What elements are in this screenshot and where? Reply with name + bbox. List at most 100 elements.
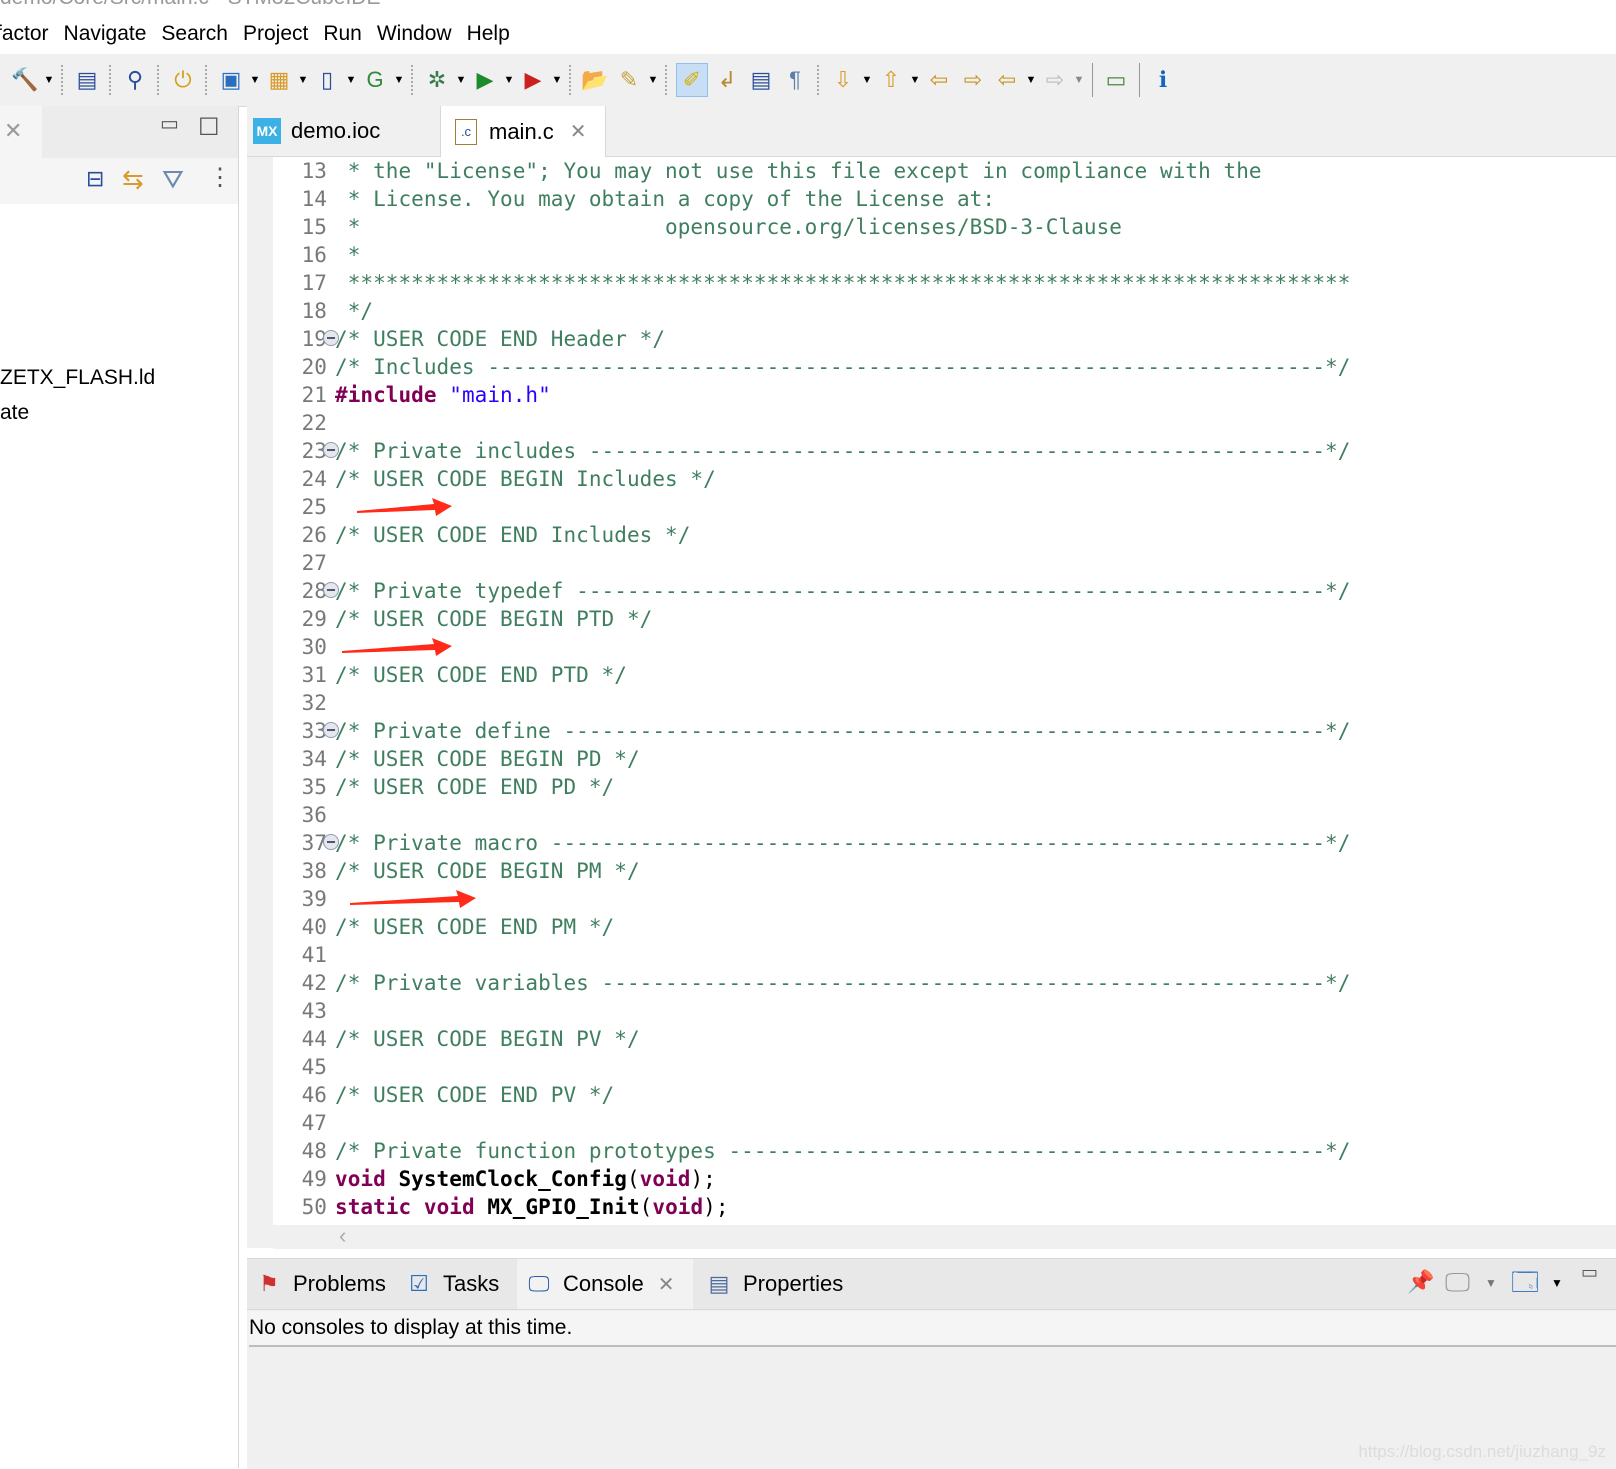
code-line[interactable]: 22 <box>273 409 1616 437</box>
code-line[interactable]: 38 /* USER CODE BEGIN PM */ <box>273 857 1616 885</box>
code-line[interactable]: 19 /* USER CODE END Header */ <box>273 325 1616 353</box>
horizontal-scrollbar[interactable]: ‹ <box>273 1223 1616 1249</box>
code-line[interactable]: 40 /* USER CODE END PM */ <box>273 913 1616 941</box>
dropdown-arrow-icon[interactable]: ▼ <box>1024 74 1038 86</box>
code-line[interactable]: 39 <box>273 885 1616 913</box>
code-line[interactable]: 27 <box>273 549 1616 577</box>
view-menu-icon[interactable]: ⋮ <box>208 166 232 190</box>
code-line[interactable]: 28 /* Private typedef -------------------… <box>273 577 1616 605</box>
open-console-icon[interactable]: 🗔 <box>1511 1269 1539 1295</box>
back-icon[interactable]: ⇦ <box>992 64 1022 96</box>
code-line[interactable]: 15 * opensource.org/licenses/BSD-3-Claus… <box>273 213 1616 241</box>
code-line[interactable]: 25 <box>273 493 1616 521</box>
code-line[interactable]: 26 /* USER CODE END Includes */ <box>273 521 1616 549</box>
code-line[interactable]: 45 <box>273 1053 1616 1081</box>
filter-icon[interactable]: ⛛ <box>162 166 184 192</box>
block-selection-icon[interactable]: ▤ <box>746 64 776 96</box>
word-wrap-icon[interactable]: ↲ <box>712 64 742 96</box>
link-with-editor-icon[interactable]: ⇆ <box>122 166 144 192</box>
tab-main-c[interactable]: .c main.c ✕ <box>440 106 606 157</box>
code-line[interactable]: 47 <box>273 1109 1616 1137</box>
collapse-all-icon[interactable]: ⊟ <box>86 168 104 190</box>
dropdown-arrow-icon[interactable]: ▼ <box>908 74 922 86</box>
tab-properties[interactable]: ▤ Properties <box>705 1259 844 1309</box>
close-tab-icon[interactable]: ✕ <box>658 1272 675 1297</box>
new-c-project-icon[interactable]: ▣ <box>216 64 246 96</box>
menu-project[interactable]: Project <box>243 22 308 54</box>
menu-refactor[interactable]: factor <box>0 22 49 54</box>
code-line[interactable]: 24 /* USER CODE BEGIN Includes */ <box>273 465 1616 493</box>
tab-problems[interactable]: ⚑ Problems <box>255 1259 386 1309</box>
run-external-tools-icon[interactable]: ▶ <box>518 64 548 96</box>
code-line[interactable]: 16 * <box>273 241 1616 269</box>
code-line[interactable]: 41 <box>273 941 1616 969</box>
close-icon[interactable]: ✕ <box>4 120 22 142</box>
code-line[interactable]: 33 /* Private define --------------------… <box>273 717 1616 745</box>
code-line[interactable]: 29 /* USER CODE BEGIN PTD */ <box>273 605 1616 633</box>
tab-demo-ioc[interactable]: MX demo.ioc <box>253 106 433 156</box>
maximize-icon[interactable]: ☐ <box>198 116 220 140</box>
code-line[interactable]: 50 static void MX_GPIO_Init(void); <box>273 1193 1616 1221</box>
menu-help[interactable]: Help <box>467 22 510 54</box>
code-line[interactable]: 17 *************************************… <box>273 269 1616 297</box>
tab-tasks[interactable]: ☑ Tasks <box>405 1259 499 1309</box>
code-line[interactable]: 35 /* USER CODE END PD */ <box>273 773 1616 801</box>
dropdown-icon[interactable]: ▼ <box>1551 1277 1563 1289</box>
new-class-icon[interactable]: G <box>360 64 390 96</box>
scroll-left-icon[interactable]: ‹ <box>339 1223 346 1249</box>
new-source-folder-icon[interactable]: ▦ <box>264 64 294 96</box>
info-icon[interactable]: ℹ <box>1148 64 1178 96</box>
dropdown-arrow-icon[interactable]: ▼ <box>454 74 468 86</box>
code-line[interactable]: 20 /* Includes --------------------------… <box>273 353 1616 381</box>
dropdown-arrow-icon[interactable]: ▼ <box>42 74 56 86</box>
new-c-file-icon[interactable]: ▯ <box>312 64 342 96</box>
hammer-build-icon[interactable]: 🔨 <box>10 64 40 96</box>
last-edit-location-icon[interactable]: ⇦ <box>924 64 954 96</box>
code-line[interactable]: 32 <box>273 689 1616 717</box>
menu-navigate[interactable]: Navigate <box>64 22 147 54</box>
code-line[interactable]: 44 /* USER CODE BEGIN PV */ <box>273 1025 1616 1053</box>
code-line[interactable]: 31 /* USER CODE END PTD */ <box>273 661 1616 689</box>
run-icon[interactable]: ▶ <box>470 64 500 96</box>
tab-console[interactable]: 🖵 Console ✕ <box>517 1259 693 1309</box>
code-line[interactable]: 34 /* USER CODE BEGIN PD */ <box>273 745 1616 773</box>
code-line[interactable]: 21 #include "main.h" <box>273 381 1616 409</box>
show-whitespace-icon[interactable]: ¶ <box>780 64 810 96</box>
open-task-pencil-icon[interactable]: ✎ <box>614 64 644 96</box>
debug-bug-icon[interactable]: ✲ <box>422 64 452 96</box>
display-console-icon[interactable]: 🖵 <box>1445 1269 1470 1295</box>
next-annotation-icon[interactable]: ⇩ <box>828 64 858 96</box>
dropdown-arrow-icon[interactable]: ▼ <box>296 74 310 86</box>
tree-item[interactable]: ZETX_FLASH.ld <box>0 366 155 390</box>
minimize-icon[interactable]: ▭ <box>1581 1263 1598 1281</box>
binary-010-icon[interactable]: ▤ <box>72 64 102 96</box>
minimize-icon[interactable]: ▭ <box>160 114 179 134</box>
dropdown-arrow-icon[interactable]: ▼ <box>550 74 564 86</box>
menu-run[interactable]: Run <box>323 22 362 54</box>
open-type-icon[interactable]: 📂 <box>580 64 610 96</box>
code-line[interactable]: 23 /* Private includes ------------------… <box>273 437 1616 465</box>
code-line[interactable]: 37 /* Private macro ---------------------… <box>273 829 1616 857</box>
code-line[interactable]: 48 /* Private function prototypes -------… <box>273 1137 1616 1165</box>
dropdown-arrow-icon[interactable]: ▼ <box>860 74 874 86</box>
next-edit-location-icon[interactable]: ⇨ <box>958 64 988 96</box>
dropdown-arrow-icon[interactable]: ▼ <box>646 74 660 86</box>
code-line[interactable]: 18 */ <box>273 297 1616 325</box>
dropdown-arrow-icon[interactable]: ▼ <box>502 74 516 86</box>
dropdown-arrow-icon[interactable]: ▼ <box>344 74 358 86</box>
dropdown-arrow-icon[interactable]: ▼ <box>248 74 262 86</box>
debug-plug-icon[interactable]: ⏻ <box>168 64 198 96</box>
code-line[interactable]: 42 /* Private variables -----------------… <box>273 969 1616 997</box>
forward-icon[interactable]: ⇨ <box>1040 64 1070 96</box>
code-line[interactable]: 30 <box>273 633 1616 661</box>
highlight-marker-icon[interactable]: ✐ <box>676 63 708 97</box>
menu-search[interactable]: Search <box>161 22 228 54</box>
search-references-icon[interactable]: ⚲ <box>120 64 150 96</box>
code-line[interactable]: 46 /* USER CODE END PV */ <box>273 1081 1616 1109</box>
code-line[interactable]: 14 * License. You may obtain a copy of t… <box>273 185 1616 213</box>
close-tab-icon[interactable]: ✕ <box>570 119 587 144</box>
previous-annotation-icon[interactable]: ⇧ <box>876 64 906 96</box>
menu-window[interactable]: Window <box>377 22 452 54</box>
dropdown-icon[interactable]: ▼ <box>1485 1277 1497 1289</box>
code-line[interactable]: 13 * the "License"; You may not use this… <box>273 157 1616 185</box>
